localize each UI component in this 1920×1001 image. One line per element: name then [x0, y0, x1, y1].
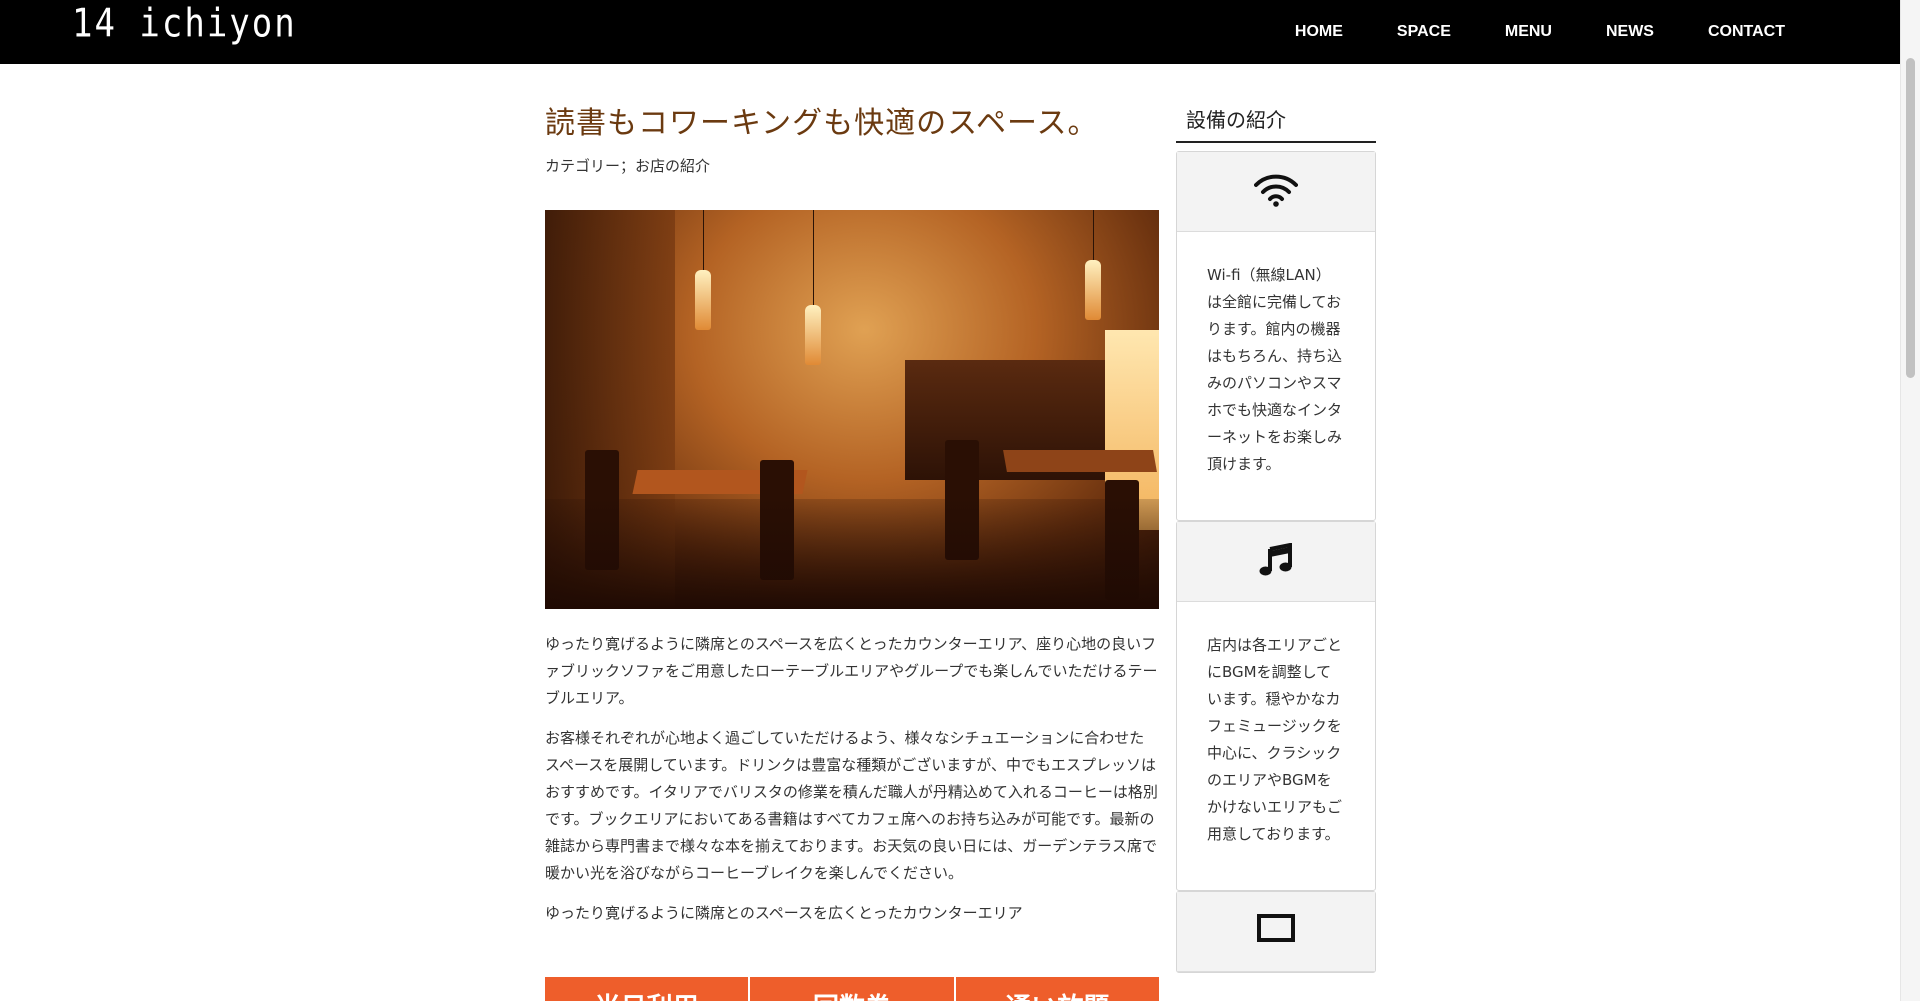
- site-header: 14 ichiyon HOME SPACE MENU NEWS CONTACT: [0, 0, 1900, 64]
- nav-space[interactable]: SPACE: [1397, 23, 1451, 41]
- article: 読書もコワーキングも快適のスペース。 カテゴリー；お店の紹介 ゆったり寛げるよう…: [545, 104, 1159, 940]
- article-paragraph: お客様それぞれが心地よく過ごしていただけるよう、様々なシチュエーションに合わせた…: [545, 729, 1158, 882]
- facility-card-wifi: Wi-fi（無線LAN）は全館に完備しております。館内の機器はもちろん、持ち込み…: [1176, 151, 1376, 521]
- wifi-icon: [1254, 173, 1298, 211]
- nav-news[interactable]: NEWS: [1606, 23, 1654, 41]
- monitor-icon: [1256, 913, 1296, 951]
- article-paragraph: ゆったり寛げるように隣席とのスペースを広くとったカウンターエリア、座り心地の良い…: [545, 635, 1158, 707]
- facility-description: Wi-fi（無線LAN）は全館に完備しております。館内の機器はもちろん、持ち込み…: [1207, 266, 1343, 473]
- facility-card-music: 店内は各エリアごとにBGMを調整しています。穏やかなカフェミュージックを中心に、…: [1176, 521, 1376, 891]
- article-paragraph: ゆったり寛げるように隣席とのスペースを広くとったカウンターエリア: [545, 904, 1023, 922]
- facilities-sidebar: 設備の紹介 Wi-fi（無線LAN）は全館に完備しております。館内の機器はもちろ…: [1176, 104, 1376, 973]
- article-category: カテゴリー；お店の紹介: [545, 157, 711, 175]
- article-title: 読書もコワーキングも快適のスペース。: [545, 106, 1099, 141]
- facility-card-monitor: [1176, 891, 1376, 973]
- tab-coupon[interactable]: 回数券: [750, 977, 954, 1001]
- site-logo[interactable]: 14 ichiyon: [72, 1, 297, 47]
- scrollbar-thumb[interactable]: [1906, 58, 1915, 378]
- article-body: ゆったり寛げるように隣席とのスペースを広くとったカウンターエリア、座り心地の良い…: [545, 631, 1159, 927]
- nav-menu[interactable]: MENU: [1505, 23, 1552, 41]
- tab-unlimited[interactable]: 通い放題: [955, 977, 1159, 1001]
- tab-day-use[interactable]: 当日利用: [545, 977, 749, 1001]
- main-nav: HOME SPACE MENU NEWS CONTACT: [1241, 0, 1785, 64]
- pricing-tabs: 当日利用 回数券 通い放題: [545, 977, 1159, 1001]
- music-note-icon: [1259, 542, 1293, 581]
- nav-contact[interactable]: CONTACT: [1708, 23, 1785, 41]
- page-scrollbar[interactable]: [1900, 0, 1920, 1001]
- sidebar-title: 設備の紹介: [1176, 104, 1376, 143]
- nav-home[interactable]: HOME: [1295, 23, 1343, 41]
- facility-description: 店内は各エリアごとにBGMを調整しています。穏やかなカフェミュージックを中心に、…: [1207, 636, 1343, 843]
- cafe-interior-image: [545, 210, 1159, 609]
